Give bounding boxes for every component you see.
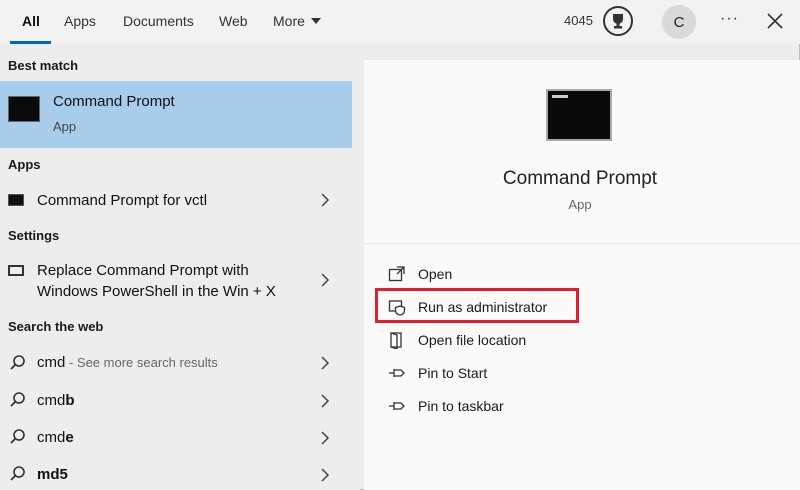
tab-documents[interactable]: Documents xyxy=(123,13,194,29)
chevron-right-icon[interactable] xyxy=(320,273,330,287)
pin-icon xyxy=(389,402,405,410)
open-icon xyxy=(388,266,405,282)
chevron-down-icon xyxy=(310,18,321,24)
web-query: cmd xyxy=(37,354,66,371)
preview-title: Command Prompt xyxy=(502,168,658,189)
action-pin-to-start[interactable]: Pin to Start xyxy=(388,361,768,385)
search-header: All Apps Documents Web More 4045 C ··· xyxy=(0,0,800,44)
web-query-completion: b xyxy=(65,392,75,409)
tab-apps[interactable]: Apps xyxy=(64,13,96,29)
list-item-label: Command Prompt for vctl xyxy=(37,192,208,209)
search-icon xyxy=(10,355,25,370)
chevron-right-icon[interactable] xyxy=(320,356,330,370)
command-prompt-icon xyxy=(546,89,612,141)
chevron-right-icon[interactable] xyxy=(320,193,330,207)
search-icon xyxy=(10,429,25,444)
list-item-command-prompt-vctl[interactable]: Command Prompt for vctl xyxy=(0,184,352,216)
tab-all[interactable]: All xyxy=(22,13,40,29)
best-match-name: Command Prompt xyxy=(53,93,175,110)
rewards-points: 4045 xyxy=(564,13,593,28)
preview-subtitle: App xyxy=(568,197,592,212)
setting-line-1: Replace Command Prompt with xyxy=(37,262,249,279)
action-open-file-location[interactable]: Open file location xyxy=(388,328,768,352)
chevron-right-icon[interactable] xyxy=(320,394,330,408)
web-query-hint: - See more search results xyxy=(65,355,218,370)
best-match-type: App xyxy=(53,119,77,134)
list-item-replace-command-prompt[interactable]: Replace Command Prompt with Windows Powe… xyxy=(0,256,352,304)
search-web-heading: Search the web xyxy=(8,319,104,334)
command-prompt-icon xyxy=(8,194,24,206)
web-query-completion: e xyxy=(65,429,74,446)
web-query-prefix: cmd xyxy=(37,429,66,446)
chevron-right-icon[interactable] xyxy=(320,431,330,445)
chevron-right-icon[interactable] xyxy=(320,468,330,482)
web-result-cmd[interactable]: cmd - See more search results xyxy=(0,348,352,378)
close-icon[interactable] xyxy=(764,10,786,32)
apps-heading: Apps xyxy=(8,157,41,172)
best-match-item[interactable]: Command Prompt App xyxy=(0,81,352,148)
web-result-cmde[interactable]: cmde xyxy=(0,423,352,453)
web-result-cmdb[interactable]: cmdb xyxy=(0,386,352,416)
action-label: Pin to Start xyxy=(418,365,488,381)
rewards-trophy-icon[interactable] xyxy=(603,6,633,36)
action-pin-to-taskbar[interactable]: Pin to taskbar xyxy=(388,394,768,418)
best-match-heading: Best match xyxy=(8,58,79,73)
settings-heading: Settings xyxy=(8,228,60,243)
pin-icon xyxy=(389,369,405,377)
tab-web[interactable]: Web xyxy=(219,13,248,29)
command-prompt-icon xyxy=(8,96,40,122)
file-location-icon xyxy=(390,332,402,349)
tab-more-label: More xyxy=(273,13,305,29)
action-label: Open file location xyxy=(418,332,527,348)
web-result-md5[interactable]: md5 xyxy=(0,460,352,490)
web-query: md5 xyxy=(37,466,68,483)
divider xyxy=(364,243,800,244)
action-label: Open xyxy=(418,266,453,282)
highlight-box xyxy=(375,288,579,323)
action-label: Pin to taskbar xyxy=(418,398,504,414)
web-query-prefix: cmd xyxy=(37,392,66,409)
action-open[interactable]: Open xyxy=(388,262,768,286)
setting-line-2: Windows PowerShell in the Win + X xyxy=(37,283,276,300)
preview-pane: Command Prompt App Open Run as administr… xyxy=(364,60,800,490)
search-icon xyxy=(10,466,25,481)
tab-more[interactable]: More xyxy=(273,13,321,29)
more-options-icon[interactable]: ··· xyxy=(720,10,739,28)
user-avatar[interactable]: C xyxy=(662,5,696,39)
search-icon xyxy=(10,392,25,407)
results-pane: Best match Command Prompt App Apps Comma… xyxy=(0,44,360,490)
monitor-icon xyxy=(8,265,24,276)
